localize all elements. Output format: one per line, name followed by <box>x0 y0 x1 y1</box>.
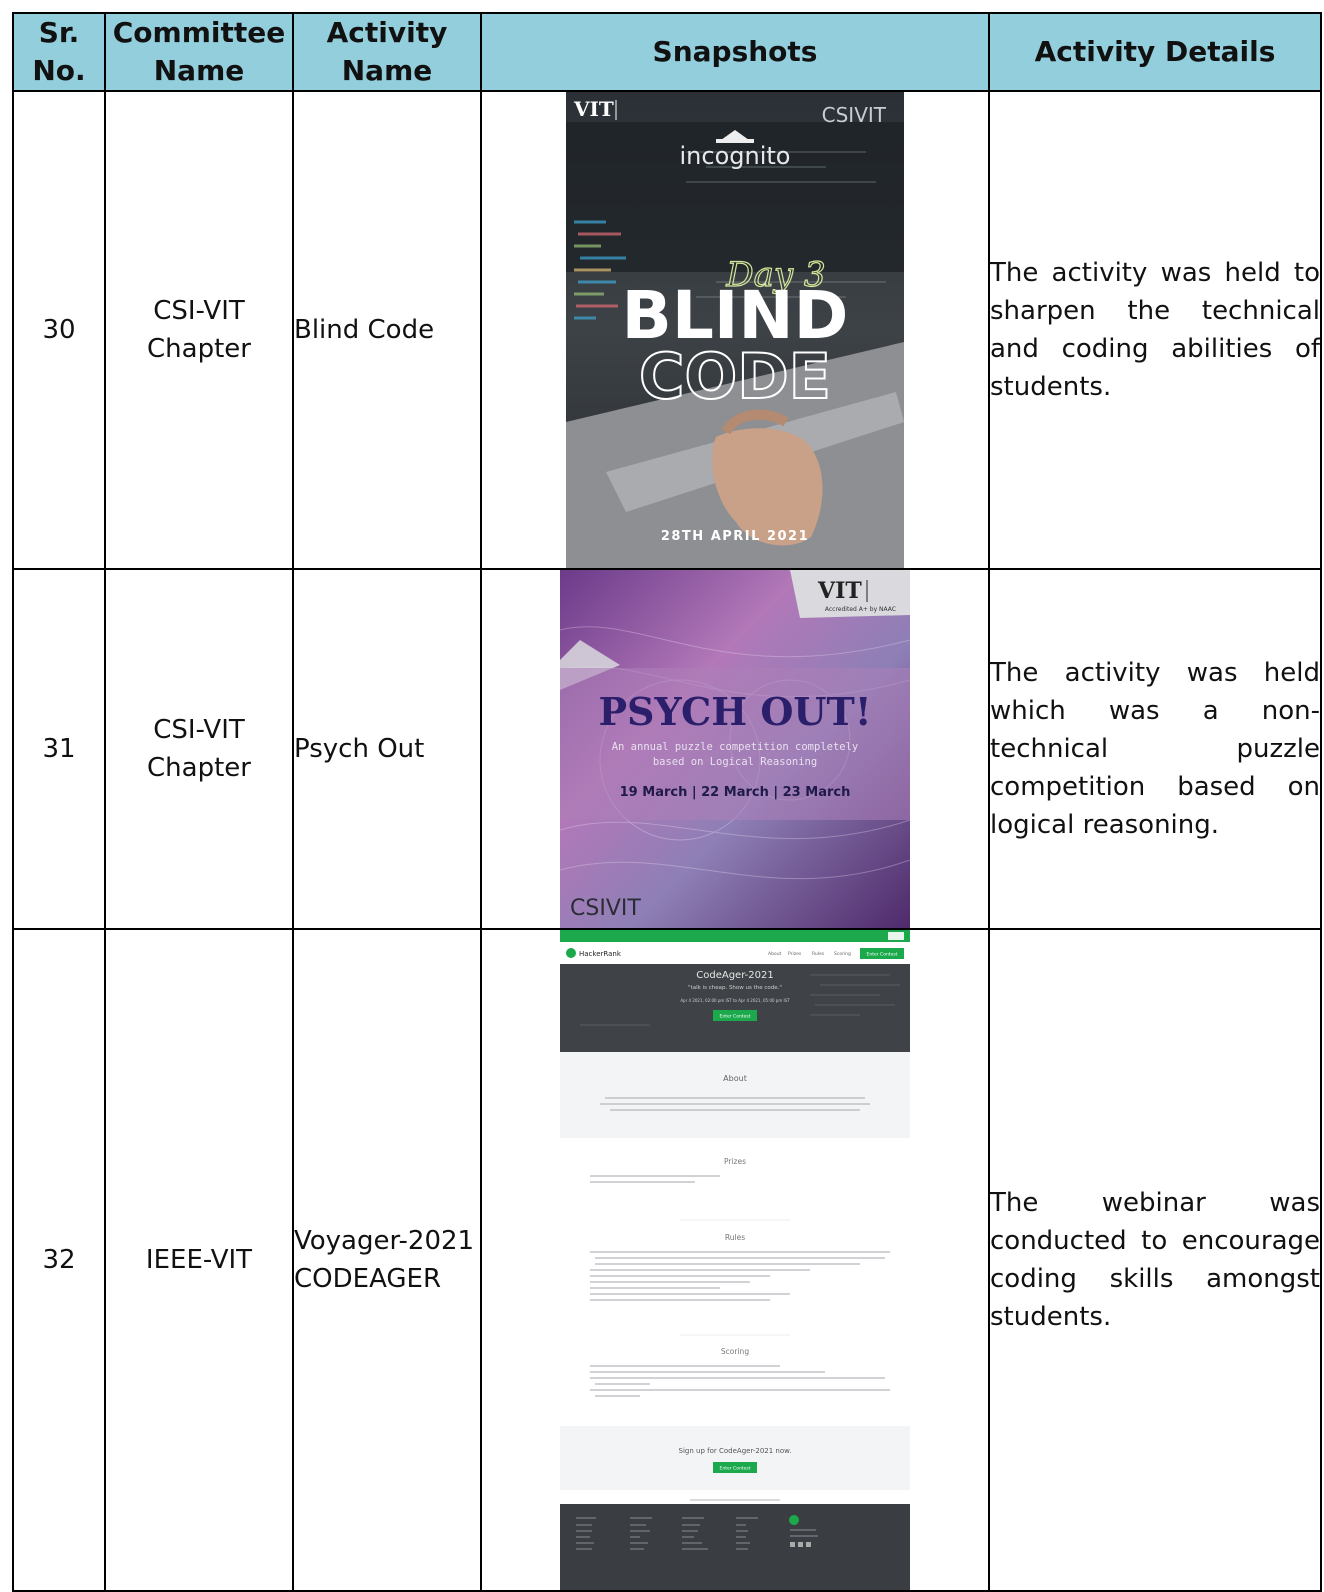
header-sr-no: Sr. No. <box>12 12 106 92</box>
svg-text:About: About <box>768 951 782 957</box>
details-cell: The activity was held which was a non-te… <box>988 568 1322 930</box>
svg-text:Accredited A+ by NAAC: Accredited A+ by NAAC <box>825 606 896 613</box>
svg-text:VIT: VIT <box>573 97 614 121</box>
committee-cell: IEEE-VIT <box>104 928 294 1592</box>
header-committee-name: Committee Name <box>104 12 294 92</box>
snapshot-cell: VIT CSIVIT incognito Day 3 BLIND CODE 28… <box>480 90 990 570</box>
header-row: Sr. No. Committee Name Activity Name Sna… <box>12 12 1322 92</box>
snapshot-cell: HackerRank About Prizes Rules Scoring En… <box>480 928 990 1592</box>
svg-text:Enter Contest: Enter Contest <box>867 952 898 958</box>
svg-text:Scoring: Scoring <box>721 1347 749 1356</box>
svg-text:Rules: Rules <box>725 1233 745 1242</box>
table-row: 30 CSI-VIT Chapter Blind Code VIT CSIVIT… <box>12 90 1322 570</box>
snapshot-cell: VIT Accredited A+ by NAAC PSYCH OUT! An … <box>480 568 990 930</box>
svg-text:Apr 4 2021, 02:00 pm IST to Ap: Apr 4 2021, 02:00 pm IST to Apr 4 2021, … <box>680 998 790 1003</box>
svg-text:Sign up for CodeAger-2021 now.: Sign up for CodeAger-2021 now. <box>679 1447 792 1455</box>
blind-code-poster: VIT CSIVIT incognito Day 3 BLIND CODE 28… <box>566 92 904 568</box>
svg-text:Enter Contest: Enter Contest <box>720 1466 751 1472</box>
svg-text:Rules: Rules <box>812 951 825 957</box>
activity-cell: Psych Out <box>292 568 482 930</box>
svg-text:VIT: VIT <box>817 578 862 604</box>
svg-text:CSIVIT: CSIVIT <box>570 896 641 921</box>
activity-cell: Blind Code <box>292 90 482 570</box>
svg-text:CSIVIT: CSIVIT <box>822 103 887 127</box>
svg-text:PSYCH OUT!: PSYCH OUT! <box>598 689 871 734</box>
svg-text:"talk is cheap. Show us the co: "talk is cheap. Show us the code." <box>688 985 782 991</box>
activity-cell: Voyager-2021 CODEAGER <box>292 928 482 1592</box>
svg-text:CodeAger-2021: CodeAger-2021 <box>696 970 773 981</box>
committee-cell: CSI-VIT Chapter <box>104 568 294 930</box>
details-cell: The activity was held to sharpen the tec… <box>988 90 1322 570</box>
activities-table: Sr. No. Committee Name Activity Name Sna… <box>12 12 1322 1592</box>
committee-cell: CSI-VIT Chapter <box>104 90 294 570</box>
svg-text:About: About <box>723 1074 747 1083</box>
header-activity-name: Activity Name <box>292 12 482 92</box>
svg-text:Enter Contest: Enter Contest <box>720 1014 751 1020</box>
table-row: 31 CSI-VIT Chapter Psych Out VIT Accredi… <box>12 568 1322 930</box>
svg-text:An annual puzzle competition c: An annual puzzle competition completely <box>612 741 859 753</box>
svg-text:19 March | 22 March | 23 March: 19 March | 22 March | 23 March <box>620 785 851 800</box>
details-cell: The webinar was conducted to encourage c… <box>988 928 1322 1592</box>
header-snapshots: Snapshots <box>480 12 990 92</box>
svg-text:Prizes: Prizes <box>788 951 802 957</box>
svg-text:Scoring: Scoring <box>834 951 851 957</box>
svg-text:incognito: incognito <box>680 142 791 170</box>
header-activity-details: Activity Details <box>988 12 1322 92</box>
sr-no-cell: 32 <box>12 928 106 1592</box>
psych-out-poster: VIT Accredited A+ by NAAC PSYCH OUT! An … <box>560 570 910 928</box>
table-row: 32 IEEE-VIT Voyager-2021 CODEAGER Hacker… <box>12 928 1322 1592</box>
sr-no-cell: 31 <box>12 568 106 930</box>
svg-text:Prizes: Prizes <box>724 1157 746 1166</box>
codeager-webpage-screenshot: HackerRank About Prizes Rules Scoring En… <box>560 930 910 1590</box>
sr-no-cell: 30 <box>12 90 106 570</box>
svg-text:CODE: CODE <box>639 340 831 413</box>
svg-text:based on Logical Reasoning: based on Logical Reasoning <box>653 756 817 768</box>
svg-text:28TH APRIL 2021: 28TH APRIL 2021 <box>661 529 809 544</box>
svg-text:HackerRank: HackerRank <box>579 950 622 958</box>
